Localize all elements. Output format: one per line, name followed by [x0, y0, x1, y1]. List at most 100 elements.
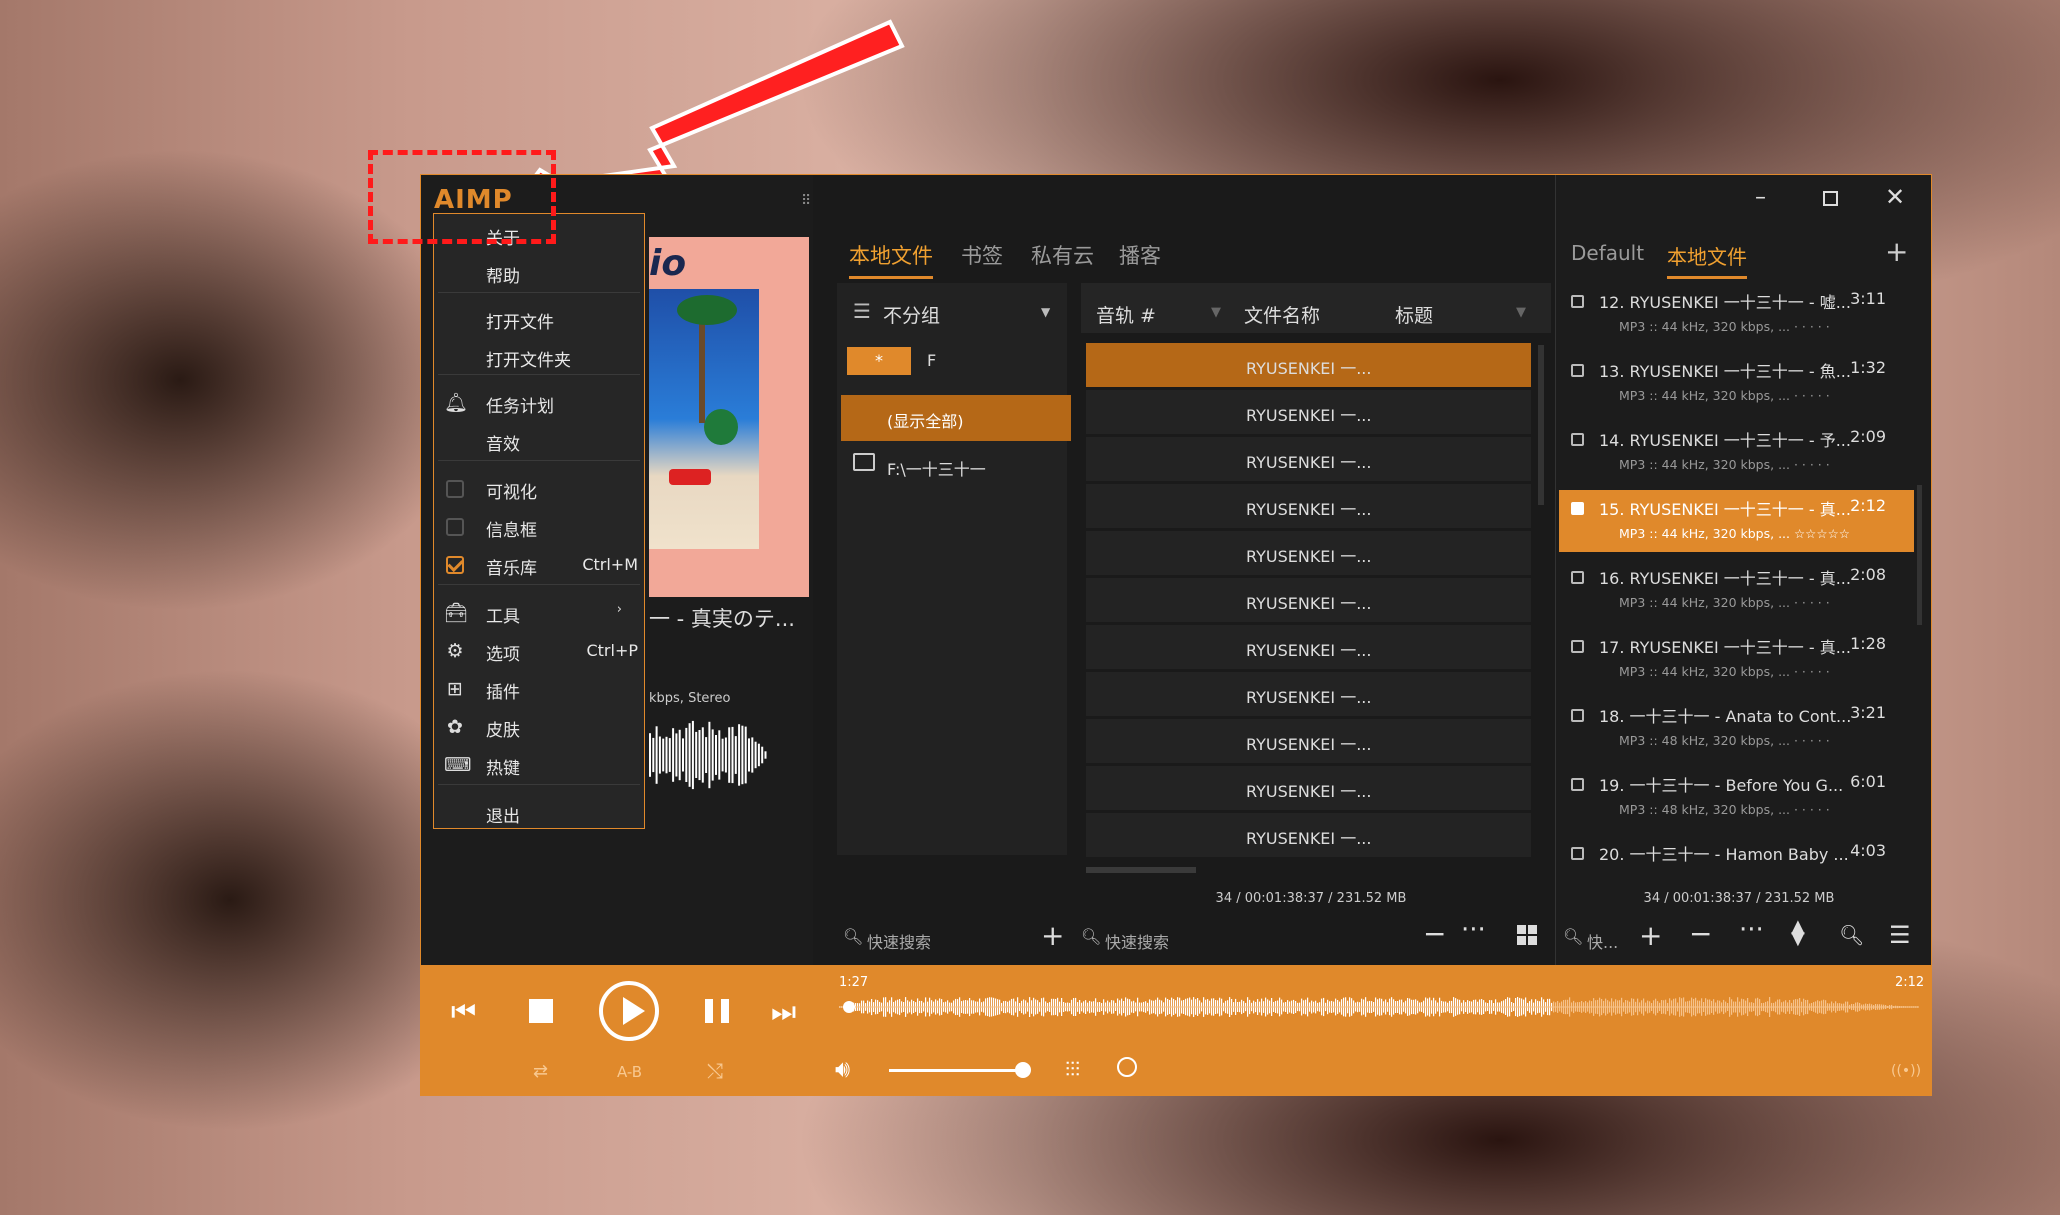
table-row[interactable]: RYUSENKEI 一... [1086, 390, 1531, 434]
playlist-item[interactable]: 20. 一十三十一 - Hamon Baby ... 4:03 [1559, 835, 1914, 897]
menu-item-hotkeys[interactable]: ⌨ 热键 [434, 746, 644, 782]
menu-item-label: 可视化 [486, 483, 537, 503]
filter-star[interactable]: * [847, 347, 911, 375]
ab-repeat-button[interactable]: A-B [617, 1063, 642, 1081]
checkbox-icon[interactable] [1571, 847, 1584, 860]
table-row[interactable]: RYUSENKEI 一... [1086, 719, 1531, 763]
menu-item-open-file[interactable]: 打开文件 [434, 300, 644, 336]
add-playlist-icon[interactable]: + [1885, 235, 1908, 268]
tab-private-cloud[interactable]: 私有云 [1031, 240, 1094, 270]
search-icon[interactable]: 🔍︎ [1839, 923, 1864, 947]
broadcast-icon[interactable]: ((•)) [1891, 1063, 1921, 1079]
stop-icon[interactable] [529, 999, 553, 1023]
playlist-item[interactable]: 17. RYUSENKEI 一十三十一 - 真... 1:28 MP3 :: 4… [1559, 628, 1914, 690]
sort-icon[interactable]: ▲ ▼ [1791, 918, 1805, 948]
add-icon[interactable]: + [1639, 919, 1662, 952]
search-input[interactable]: 快速搜索 [867, 929, 931, 953]
checkbox-icon[interactable] [1571, 571, 1584, 584]
next-icon[interactable]: ⏭︎ [771, 995, 796, 1029]
tracks-scrollbar[interactable] [1538, 345, 1544, 505]
menu-item-sound-effects[interactable]: 音效 [434, 422, 644, 458]
checkbox-icon[interactable] [1571, 502, 1584, 515]
hamburger-icon[interactable]: ☰ [1889, 921, 1911, 949]
table-row[interactable]: RYUSENKEI 一... [1086, 625, 1531, 669]
table-row[interactable]: RYUSENKEI 一... [1086, 484, 1531, 528]
checkbox-icon[interactable] [1571, 433, 1584, 446]
pause-icon[interactable] [705, 999, 729, 1023]
menu-item-options[interactable]: ⚙ 选项 Ctrl+P [434, 632, 644, 668]
minus-icon[interactable]: − [1423, 917, 1446, 950]
filter-icon[interactable]: ▼ [1211, 305, 1221, 320]
more-icon[interactable]: ··· [1461, 915, 1486, 945]
table-row[interactable]: RYUSENKEI 一... [1086, 343, 1531, 387]
tab-bookmarks[interactable]: 书签 [961, 240, 1003, 270]
playlist-scrollbar[interactable] [1917, 485, 1922, 625]
volume-slider[interactable] [889, 1062, 1032, 1078]
horizontal-scrollbar[interactable] [1086, 867, 1196, 873]
tab-local-files[interactable]: 本地文件 [849, 240, 933, 279]
equalizer-icon[interactable]: ⫶⫶⫶ [1065, 1057, 1080, 1081]
table-row[interactable]: RYUSENKEI 一... [1086, 672, 1531, 716]
shuffle-icon[interactable]: ⤭ [707, 1059, 723, 1083]
more-icon[interactable]: ··· [1739, 915, 1764, 945]
table-row[interactable]: RYUSENKEI 一... [1086, 813, 1531, 857]
checkbox-icon[interactable] [1571, 640, 1584, 653]
menu-item-exit[interactable]: 退出 [434, 794, 644, 830]
checkbox-icon[interactable] [1571, 364, 1584, 377]
playlist-tab-local[interactable]: 本地文件 [1667, 241, 1747, 279]
menu-item-visualization[interactable]: 可视化 [434, 470, 644, 506]
checkbox-icon[interactable] [1571, 778, 1584, 791]
show-all-item[interactable]: (显示全部) [841, 395, 1071, 441]
maximize-button[interactable] [1823, 191, 1838, 206]
close-button[interactable]: ✕ [1885, 183, 1905, 211]
menu-item-plugins[interactable]: ⊞ 插件 [434, 670, 644, 706]
playlist-item[interactable]: 15. RYUSENKEI 一十三十一 - 真... 2:12 MP3 :: 4… [1559, 490, 1914, 552]
menu-item-music-library[interactable]: 音乐库 Ctrl+M [434, 546, 644, 582]
minimize-button[interactable]: – [1755, 185, 1766, 210]
table-row[interactable]: RYUSENKEI 一... [1086, 766, 1531, 810]
timer-icon[interactable] [1117, 1057, 1137, 1077]
table-row[interactable]: RYUSENKEI 一... [1086, 578, 1531, 622]
menu-item-tools[interactable]: 🧰︎ 工具 › [434, 594, 644, 630]
group-label[interactable]: 不分组 [883, 301, 940, 328]
previous-icon[interactable]: ⏮︎ [451, 995, 476, 1029]
search-input[interactable]: 快速搜索 [1105, 929, 1169, 953]
column-track-number[interactable]: 音轨 # [1096, 301, 1156, 328]
folder-label: F:\一十三十一 [887, 460, 986, 479]
menu-item-skins[interactable]: ✿ 皮肤 [434, 708, 644, 744]
playlist-item[interactable]: 12. RYUSENKEI 一十三十一 - 嘘... 3:11 MP3 :: 4… [1559, 283, 1914, 345]
menu-lines-icon[interactable]: ☰ [853, 299, 871, 323]
table-row[interactable]: RYUSENKEI 一... [1086, 437, 1531, 481]
checkbox-icon[interactable] [1571, 709, 1584, 722]
filter-icon[interactable]: ▼ [1516, 305, 1526, 320]
folder-item[interactable]: F:\一十三十一 [841, 443, 1071, 489]
playlist-item[interactable]: 18. 一十三十一 - Anata to Cont... 3:21 MP3 ::… [1559, 697, 1914, 759]
grid-view-icon[interactable] [1517, 925, 1537, 945]
playlist-item[interactable]: 14. RYUSENKEI 一十三十一 - 予... 2:09 MP3 :: 4… [1559, 421, 1914, 483]
menu-item-scheduler[interactable]: 🔔︎ 任务计划 [434, 384, 644, 420]
album-cover[interactable]: io [649, 237, 809, 597]
menu-item-open-folder[interactable]: 打开文件夹 [434, 338, 644, 374]
menu-item-infobox[interactable]: 信息框 [434, 508, 644, 544]
play-button[interactable] [599, 981, 659, 1041]
repeat-off-icon[interactable]: ⇄ [533, 1061, 548, 1082]
add-icon[interactable]: + [1041, 919, 1064, 952]
grip-icon[interactable]: ⠿ [801, 193, 811, 209]
checkbox-icon[interactable] [1571, 295, 1584, 308]
playlist-item[interactable]: 16. RYUSENKEI 一十三十一 - 真... 2:08 MP3 :: 4… [1559, 559, 1914, 621]
tab-podcasts[interactable]: 播客 [1119, 240, 1161, 270]
filter-letter[interactable]: F [927, 351, 936, 370]
playlist-item-duration: 3:11 [1850, 289, 1886, 308]
playlist-item[interactable]: 19. 一十三十一 - Before You G... 6:01 MP3 :: … [1559, 766, 1914, 828]
playlist-search-input[interactable]: 快... [1587, 929, 1618, 953]
menu-item-help[interactable]: 帮助 [434, 254, 644, 290]
minus-icon[interactable]: − [1689, 917, 1712, 950]
column-filename[interactable]: 文件名称 [1244, 301, 1320, 328]
volume-icon[interactable]: 🔊︎ [835, 1055, 850, 1083]
playlist-item[interactable]: 13. RYUSENKEI 一十三十一 - 魚... 1:32 MP3 :: 4… [1559, 352, 1914, 414]
column-title[interactable]: 标题 [1395, 301, 1433, 328]
waveform-seekbar[interactable] [839, 987, 1919, 1027]
chevron-down-icon[interactable]: ▼ [1041, 305, 1050, 319]
playlist-tab-default[interactable]: Default [1571, 241, 1644, 265]
table-row[interactable]: RYUSENKEI 一... [1086, 531, 1531, 575]
